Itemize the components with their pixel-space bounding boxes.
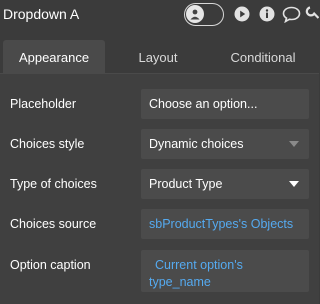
type-of-choices-select[interactable]: Product Type (141, 169, 309, 199)
option-caption-value-line1: Current option's (155, 258, 243, 272)
tab-conditional[interactable]: Conditional (218, 40, 308, 74)
choices-source-value: sbProductTypes's Objects (149, 217, 294, 231)
placeholder-label: Placeholder (10, 97, 77, 111)
option-caption-expression[interactable]: Current option's type_name (141, 250, 309, 292)
user-icon (186, 5, 204, 23)
option-caption-label: Option caption (10, 258, 91, 272)
choices-source-label: Choices source (10, 217, 97, 231)
tab-bar: Appearance Layout Conditional (0, 40, 319, 74)
choices-style-value: Dynamic choices (149, 137, 244, 151)
info-icon[interactable] (259, 6, 275, 22)
appearance-panel: Placeholder Choose an option... Choices … (0, 74, 319, 304)
choices-style-select[interactable]: Dynamic choices (141, 129, 309, 159)
placeholder-input[interactable]: Choose an option... (141, 89, 309, 119)
type-of-choices-label: Type of choices (10, 177, 97, 191)
chevron-down-icon (289, 141, 299, 147)
wrench-icon[interactable] (305, 6, 319, 23)
element-name-title[interactable]: Dropdown A (3, 6, 79, 22)
tab-layout[interactable]: Layout (120, 40, 196, 74)
choices-style-label: Choices style (10, 137, 85, 151)
play-icon[interactable] (234, 6, 250, 22)
chevron-down-icon (289, 181, 299, 187)
property-editor-header: Dropdown A (0, 0, 319, 32)
comment-icon[interactable] (282, 6, 301, 23)
visibility-toggle[interactable] (184, 3, 224, 26)
type-of-choices-value: Product Type (149, 177, 223, 191)
choices-source-expression[interactable]: sbProductTypes's Objects (141, 209, 309, 239)
option-caption-value-line2: type_name (149, 275, 211, 289)
tab-appearance[interactable]: Appearance (3, 40, 105, 74)
placeholder-value: Choose an option... (149, 97, 258, 111)
